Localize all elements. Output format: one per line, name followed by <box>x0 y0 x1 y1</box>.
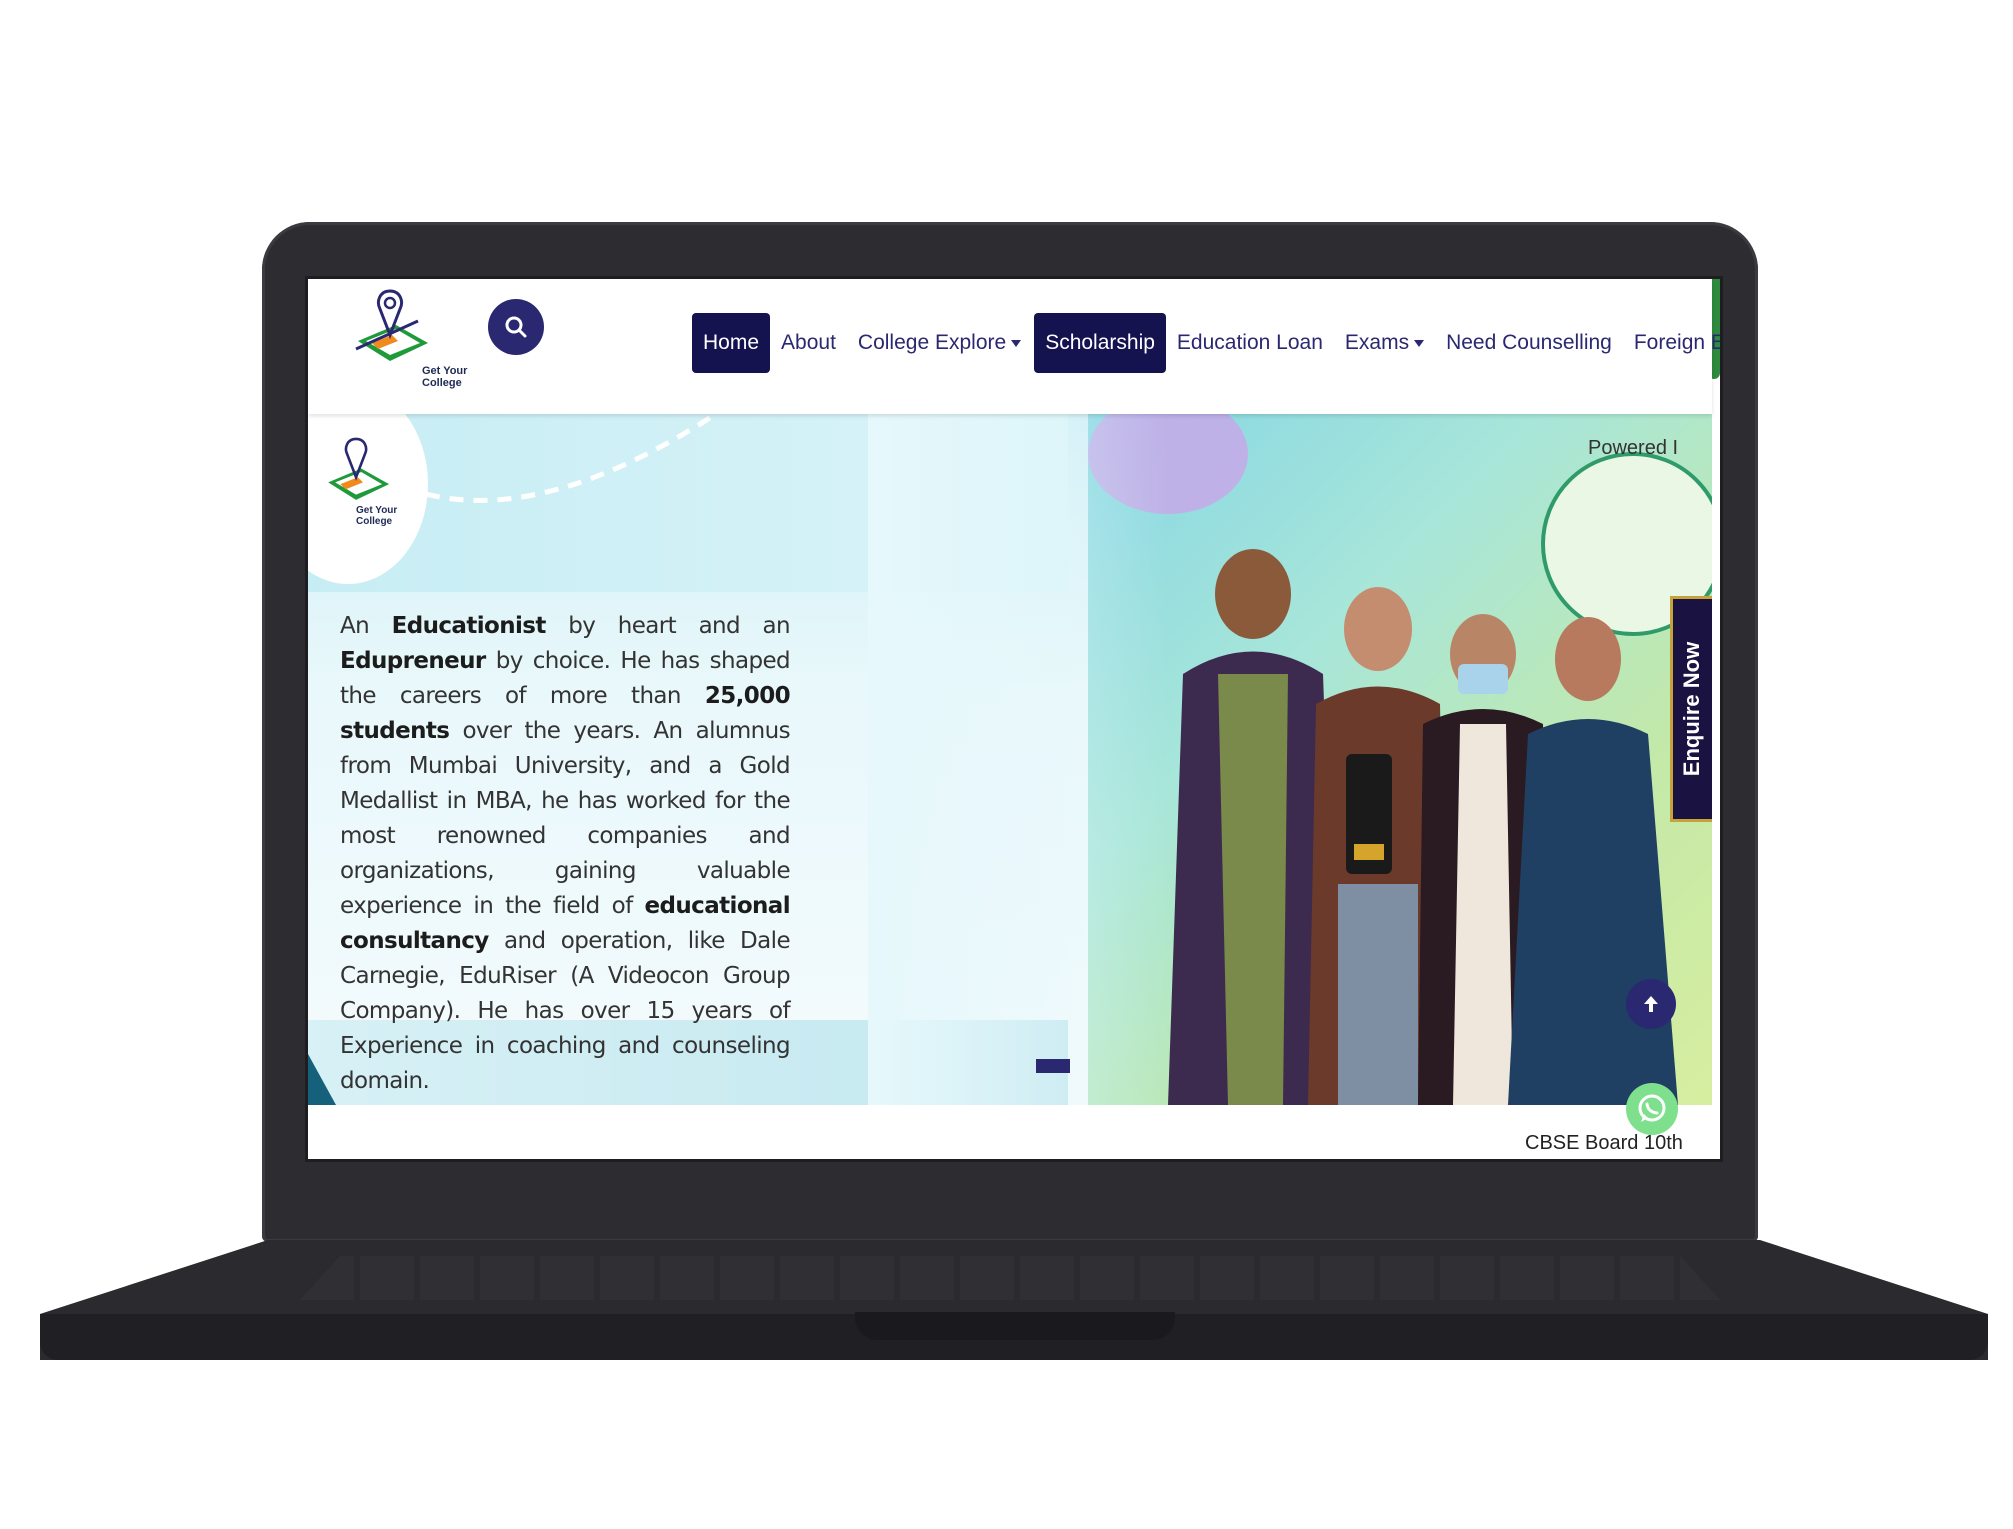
hero-corner-accent <box>308 1054 336 1105</box>
site-header: Get Your College Home About College Expl… <box>308 279 1720 414</box>
hero-slider: Powered I Get Your College An Educationi… <box>308 414 1712 1105</box>
search-icon <box>505 316 527 338</box>
laptop-trackpad-notch <box>855 1312 1175 1340</box>
bio-text: over the years. An alumnus from Mumbai U… <box>340 718 791 919</box>
nav-home[interactable]: Home <box>692 313 771 373</box>
arrow-up-icon <box>1644 996 1658 1012</box>
nav-about[interactable]: About <box>770 313 847 373</box>
nav-need-counselling[interactable]: Need Counselling <box>1435 313 1623 373</box>
search-button[interactable] <box>488 299 544 355</box>
logo-line-1: Get Your <box>422 365 468 377</box>
laptop-screen: Get Your College Home About College Expl… <box>305 276 1723 1162</box>
nav-about-label: About <box>781 331 836 354</box>
photo-fade <box>868 414 1168 1105</box>
scroll-to-top-button[interactable] <box>1626 979 1676 1029</box>
nav-need-counselling-label: Need Counselling <box>1446 331 1612 354</box>
whatsapp-button[interactable] <box>1626 1083 1678 1135</box>
site-logo[interactable]: Get Your College <box>348 283 467 398</box>
bio-text: An <box>340 613 392 639</box>
nav-home-label: Home <box>703 331 760 354</box>
hero-logo-line-1: Get Your <box>356 505 398 516</box>
nav-college-explore[interactable]: College Explore <box>847 313 1032 373</box>
photo-caption: Powered I <box>1588 437 1678 459</box>
main-nav: Home About College Explore Scholarship E… <box>692 313 1720 373</box>
hero-logo-text: Get Your College <box>356 505 397 527</box>
caret-down-icon <box>1414 339 1425 347</box>
laptop-keyboard <box>300 1256 1720 1300</box>
logo-line-2: College <box>422 377 462 389</box>
bio-text: by heart and an <box>545 613 791 639</box>
nav-scholarship[interactable]: Scholarship <box>1034 313 1166 373</box>
dashed-path-decoration <box>426 414 716 503</box>
nav-exams-label: Exams <box>1344 331 1410 354</box>
nav-college-explore-label: College Explore <box>857 331 1007 354</box>
nav-education-loan-label: Education Loan <box>1176 331 1323 354</box>
whatsapp-icon <box>1638 1094 1666 1122</box>
enquire-now-label: Enquire Now <box>1679 641 1705 777</box>
nav-foreign-education-label: Foreign Education <box>1633 331 1720 354</box>
founder-bio: An Educationist by heart and an Eduprene… <box>340 609 791 1099</box>
nav-foreign-education[interactable]: Foreign Education <box>1623 313 1720 373</box>
slider-indicator[interactable] <box>1036 1059 1070 1073</box>
logo-text: Get Your College <box>422 365 482 389</box>
nav-scholarship-label: Scholarship <box>1045 331 1155 354</box>
enquire-now-button[interactable]: Enquire Now <box>1670 596 1712 822</box>
nav-exams[interactable]: Exams <box>1334 313 1435 373</box>
nav-education-loan[interactable]: Education Loan <box>1166 313 1334 373</box>
award-photo: Powered I <box>1088 414 1712 1105</box>
news-ticker[interactable]: CBSE Board 10th <box>1525 1132 1683 1155</box>
bio-highlight: Educationist <box>391 613 547 639</box>
caret-down-icon <box>1011 339 1022 347</box>
bio-highlight: Edupreneur <box>340 648 486 674</box>
award-ceremony-image: Powered I <box>1088 414 1712 1105</box>
hero-logo-line-2: College <box>356 516 393 527</box>
